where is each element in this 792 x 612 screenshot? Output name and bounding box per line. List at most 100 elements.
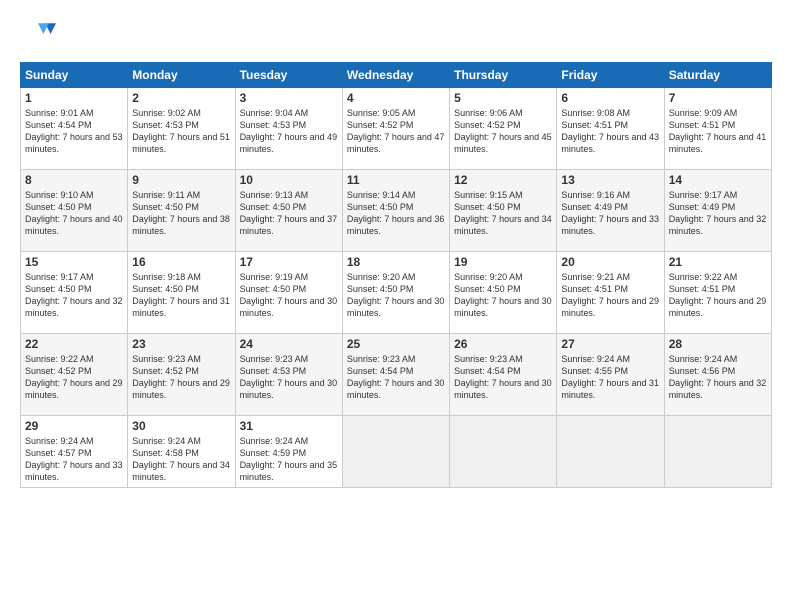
cell-content: Sunrise: 9:22 AM Sunset: 4:52 PM Dayligh… <box>25 353 123 402</box>
calendar-cell: 2 Sunrise: 9:02 AM Sunset: 4:53 PM Dayli… <box>128 88 235 170</box>
cell-content: Sunrise: 9:17 AM Sunset: 4:49 PM Dayligh… <box>669 189 767 238</box>
calendar-cell: 10 Sunrise: 9:13 AM Sunset: 4:50 PM Dayl… <box>235 170 342 252</box>
day-number: 26 <box>454 337 552 351</box>
calendar-cell: 21 Sunrise: 9:22 AM Sunset: 4:51 PM Dayl… <box>664 252 771 334</box>
cell-content: Sunrise: 9:11 AM Sunset: 4:50 PM Dayligh… <box>132 189 230 238</box>
day-number: 6 <box>561 91 659 105</box>
day-number: 4 <box>347 91 445 105</box>
cell-content: Sunrise: 9:04 AM Sunset: 4:53 PM Dayligh… <box>240 107 338 156</box>
calendar-cell: 14 Sunrise: 9:17 AM Sunset: 4:49 PM Dayl… <box>664 170 771 252</box>
calendar-cell: 19 Sunrise: 9:20 AM Sunset: 4:50 PM Dayl… <box>450 252 557 334</box>
calendar-cell: 23 Sunrise: 9:23 AM Sunset: 4:52 PM Dayl… <box>128 334 235 416</box>
weekday-header-tuesday: Tuesday <box>235 63 342 88</box>
calendar-cell: 3 Sunrise: 9:04 AM Sunset: 4:53 PM Dayli… <box>235 88 342 170</box>
cell-content: Sunrise: 9:23 AM Sunset: 4:52 PM Dayligh… <box>132 353 230 402</box>
day-number: 13 <box>561 173 659 187</box>
calendar-cell <box>557 416 664 488</box>
calendar-week-row-1: 1 Sunrise: 9:01 AM Sunset: 4:54 PM Dayli… <box>21 88 772 170</box>
calendar-cell: 17 Sunrise: 9:19 AM Sunset: 4:50 PM Dayl… <box>235 252 342 334</box>
calendar-cell <box>450 416 557 488</box>
cell-content: Sunrise: 9:02 AM Sunset: 4:53 PM Dayligh… <box>132 107 230 156</box>
cell-content: Sunrise: 9:09 AM Sunset: 4:51 PM Dayligh… <box>669 107 767 156</box>
day-number: 25 <box>347 337 445 351</box>
day-number: 2 <box>132 91 230 105</box>
day-number: 29 <box>25 419 123 433</box>
day-number: 19 <box>454 255 552 269</box>
weekday-header-friday: Friday <box>557 63 664 88</box>
day-number: 20 <box>561 255 659 269</box>
day-number: 24 <box>240 337 338 351</box>
day-number: 8 <box>25 173 123 187</box>
calendar-week-row-5: 29 Sunrise: 9:24 AM Sunset: 4:57 PM Dayl… <box>21 416 772 488</box>
day-number: 31 <box>240 419 338 433</box>
calendar-cell: 8 Sunrise: 9:10 AM Sunset: 4:50 PM Dayli… <box>21 170 128 252</box>
weekday-header-monday: Monday <box>128 63 235 88</box>
calendar-cell: 25 Sunrise: 9:23 AM Sunset: 4:54 PM Dayl… <box>342 334 449 416</box>
cell-content: Sunrise: 9:20 AM Sunset: 4:50 PM Dayligh… <box>454 271 552 320</box>
calendar-cell: 31 Sunrise: 9:24 AM Sunset: 4:59 PM Dayl… <box>235 416 342 488</box>
day-number: 7 <box>669 91 767 105</box>
calendar-cell: 24 Sunrise: 9:23 AM Sunset: 4:53 PM Dayl… <box>235 334 342 416</box>
calendar-cell <box>342 416 449 488</box>
weekday-header-wednesday: Wednesday <box>342 63 449 88</box>
cell-content: Sunrise: 9:08 AM Sunset: 4:51 PM Dayligh… <box>561 107 659 156</box>
cell-content: Sunrise: 9:17 AM Sunset: 4:50 PM Dayligh… <box>25 271 123 320</box>
calendar-cell: 15 Sunrise: 9:17 AM Sunset: 4:50 PM Dayl… <box>21 252 128 334</box>
cell-content: Sunrise: 9:24 AM Sunset: 4:57 PM Dayligh… <box>25 435 123 484</box>
header <box>20 16 772 52</box>
day-number: 5 <box>454 91 552 105</box>
cell-content: Sunrise: 9:24 AM Sunset: 4:56 PM Dayligh… <box>669 353 767 402</box>
calendar-cell: 28 Sunrise: 9:24 AM Sunset: 4:56 PM Dayl… <box>664 334 771 416</box>
day-number: 1 <box>25 91 123 105</box>
day-number: 11 <box>347 173 445 187</box>
day-number: 3 <box>240 91 338 105</box>
calendar-cell: 13 Sunrise: 9:16 AM Sunset: 4:49 PM Dayl… <box>557 170 664 252</box>
cell-content: Sunrise: 9:16 AM Sunset: 4:49 PM Dayligh… <box>561 189 659 238</box>
calendar-week-row-4: 22 Sunrise: 9:22 AM Sunset: 4:52 PM Dayl… <box>21 334 772 416</box>
cell-content: Sunrise: 9:24 AM Sunset: 4:55 PM Dayligh… <box>561 353 659 402</box>
calendar-cell: 11 Sunrise: 9:14 AM Sunset: 4:50 PM Dayl… <box>342 170 449 252</box>
day-number: 30 <box>132 419 230 433</box>
calendar-cell: 4 Sunrise: 9:05 AM Sunset: 4:52 PM Dayli… <box>342 88 449 170</box>
cell-content: Sunrise: 9:23 AM Sunset: 4:53 PM Dayligh… <box>240 353 338 402</box>
calendar-cell: 16 Sunrise: 9:18 AM Sunset: 4:50 PM Dayl… <box>128 252 235 334</box>
day-number: 12 <box>454 173 552 187</box>
calendar-cell: 5 Sunrise: 9:06 AM Sunset: 4:52 PM Dayli… <box>450 88 557 170</box>
cell-content: Sunrise: 9:14 AM Sunset: 4:50 PM Dayligh… <box>347 189 445 238</box>
page: SundayMondayTuesdayWednesdayThursdayFrid… <box>0 0 792 612</box>
logo-icon <box>20 16 56 52</box>
day-number: 9 <box>132 173 230 187</box>
calendar-cell: 7 Sunrise: 9:09 AM Sunset: 4:51 PM Dayli… <box>664 88 771 170</box>
calendar-cell: 27 Sunrise: 9:24 AM Sunset: 4:55 PM Dayl… <box>557 334 664 416</box>
day-number: 22 <box>25 337 123 351</box>
cell-content: Sunrise: 9:06 AM Sunset: 4:52 PM Dayligh… <box>454 107 552 156</box>
cell-content: Sunrise: 9:23 AM Sunset: 4:54 PM Dayligh… <box>347 353 445 402</box>
cell-content: Sunrise: 9:24 AM Sunset: 4:59 PM Dayligh… <box>240 435 338 484</box>
cell-content: Sunrise: 9:01 AM Sunset: 4:54 PM Dayligh… <box>25 107 123 156</box>
calendar-cell: 30 Sunrise: 9:24 AM Sunset: 4:58 PM Dayl… <box>128 416 235 488</box>
cell-content: Sunrise: 9:05 AM Sunset: 4:52 PM Dayligh… <box>347 107 445 156</box>
calendar-week-row-3: 15 Sunrise: 9:17 AM Sunset: 4:50 PM Dayl… <box>21 252 772 334</box>
day-number: 23 <box>132 337 230 351</box>
cell-content: Sunrise: 9:24 AM Sunset: 4:58 PM Dayligh… <box>132 435 230 484</box>
calendar-cell: 22 Sunrise: 9:22 AM Sunset: 4:52 PM Dayl… <box>21 334 128 416</box>
calendar-week-row-2: 8 Sunrise: 9:10 AM Sunset: 4:50 PM Dayli… <box>21 170 772 252</box>
calendar-cell <box>664 416 771 488</box>
day-number: 10 <box>240 173 338 187</box>
calendar-cell: 9 Sunrise: 9:11 AM Sunset: 4:50 PM Dayli… <box>128 170 235 252</box>
calendar-cell: 1 Sunrise: 9:01 AM Sunset: 4:54 PM Dayli… <box>21 88 128 170</box>
calendar-table: SundayMondayTuesdayWednesdayThursdayFrid… <box>20 62 772 488</box>
day-number: 28 <box>669 337 767 351</box>
calendar-cell: 29 Sunrise: 9:24 AM Sunset: 4:57 PM Dayl… <box>21 416 128 488</box>
cell-content: Sunrise: 9:23 AM Sunset: 4:54 PM Dayligh… <box>454 353 552 402</box>
calendar-cell: 6 Sunrise: 9:08 AM Sunset: 4:51 PM Dayli… <box>557 88 664 170</box>
day-number: 14 <box>669 173 767 187</box>
calendar-cell: 20 Sunrise: 9:21 AM Sunset: 4:51 PM Dayl… <box>557 252 664 334</box>
calendar-cell: 12 Sunrise: 9:15 AM Sunset: 4:50 PM Dayl… <box>450 170 557 252</box>
cell-content: Sunrise: 9:10 AM Sunset: 4:50 PM Dayligh… <box>25 189 123 238</box>
day-number: 15 <box>25 255 123 269</box>
day-number: 16 <box>132 255 230 269</box>
weekday-header-sunday: Sunday <box>21 63 128 88</box>
cell-content: Sunrise: 9:13 AM Sunset: 4:50 PM Dayligh… <box>240 189 338 238</box>
cell-content: Sunrise: 9:18 AM Sunset: 4:50 PM Dayligh… <box>132 271 230 320</box>
